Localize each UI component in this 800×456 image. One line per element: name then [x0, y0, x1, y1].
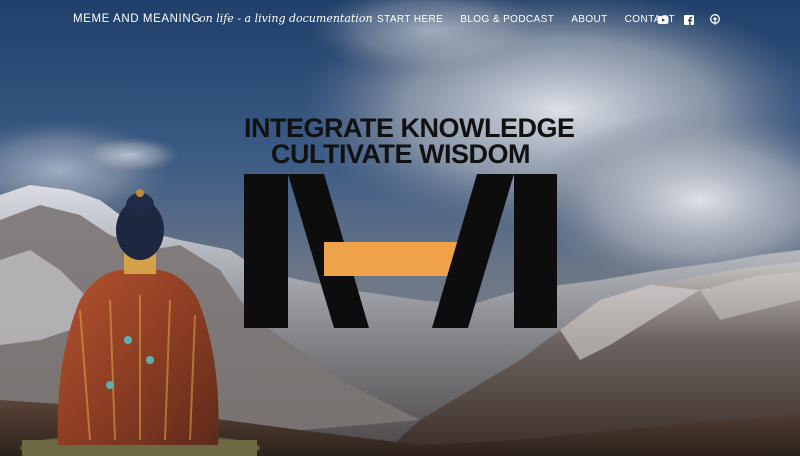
facebook-icon[interactable] — [683, 13, 695, 25]
site-header: MEME AND MEANING on life - a living docu… — [0, 0, 800, 40]
podcast-icon[interactable] — [709, 13, 721, 25]
site-title[interactable]: MEME AND MEANING — [73, 13, 201, 25]
site-tagline: on life - a living documentation — [199, 12, 373, 25]
nav-blog-podcast[interactable]: BLOG & PODCAST — [460, 14, 554, 25]
hero-heading-line2: CULTIVATE WISDOM — [271, 139, 530, 169]
nav-start-here[interactable]: START HERE — [377, 14, 443, 25]
main-navigation: START HERE BLOG & PODCAST ABOUT CONTACT — [377, 14, 692, 25]
nav-about[interactable]: ABOUT — [571, 14, 607, 25]
hero-section: MEME AND MEANING on life - a living docu… — [0, 0, 800, 456]
social-links — [657, 13, 735, 25]
mm-logo — [244, 174, 557, 328]
youtube-icon[interactable] — [657, 13, 669, 25]
